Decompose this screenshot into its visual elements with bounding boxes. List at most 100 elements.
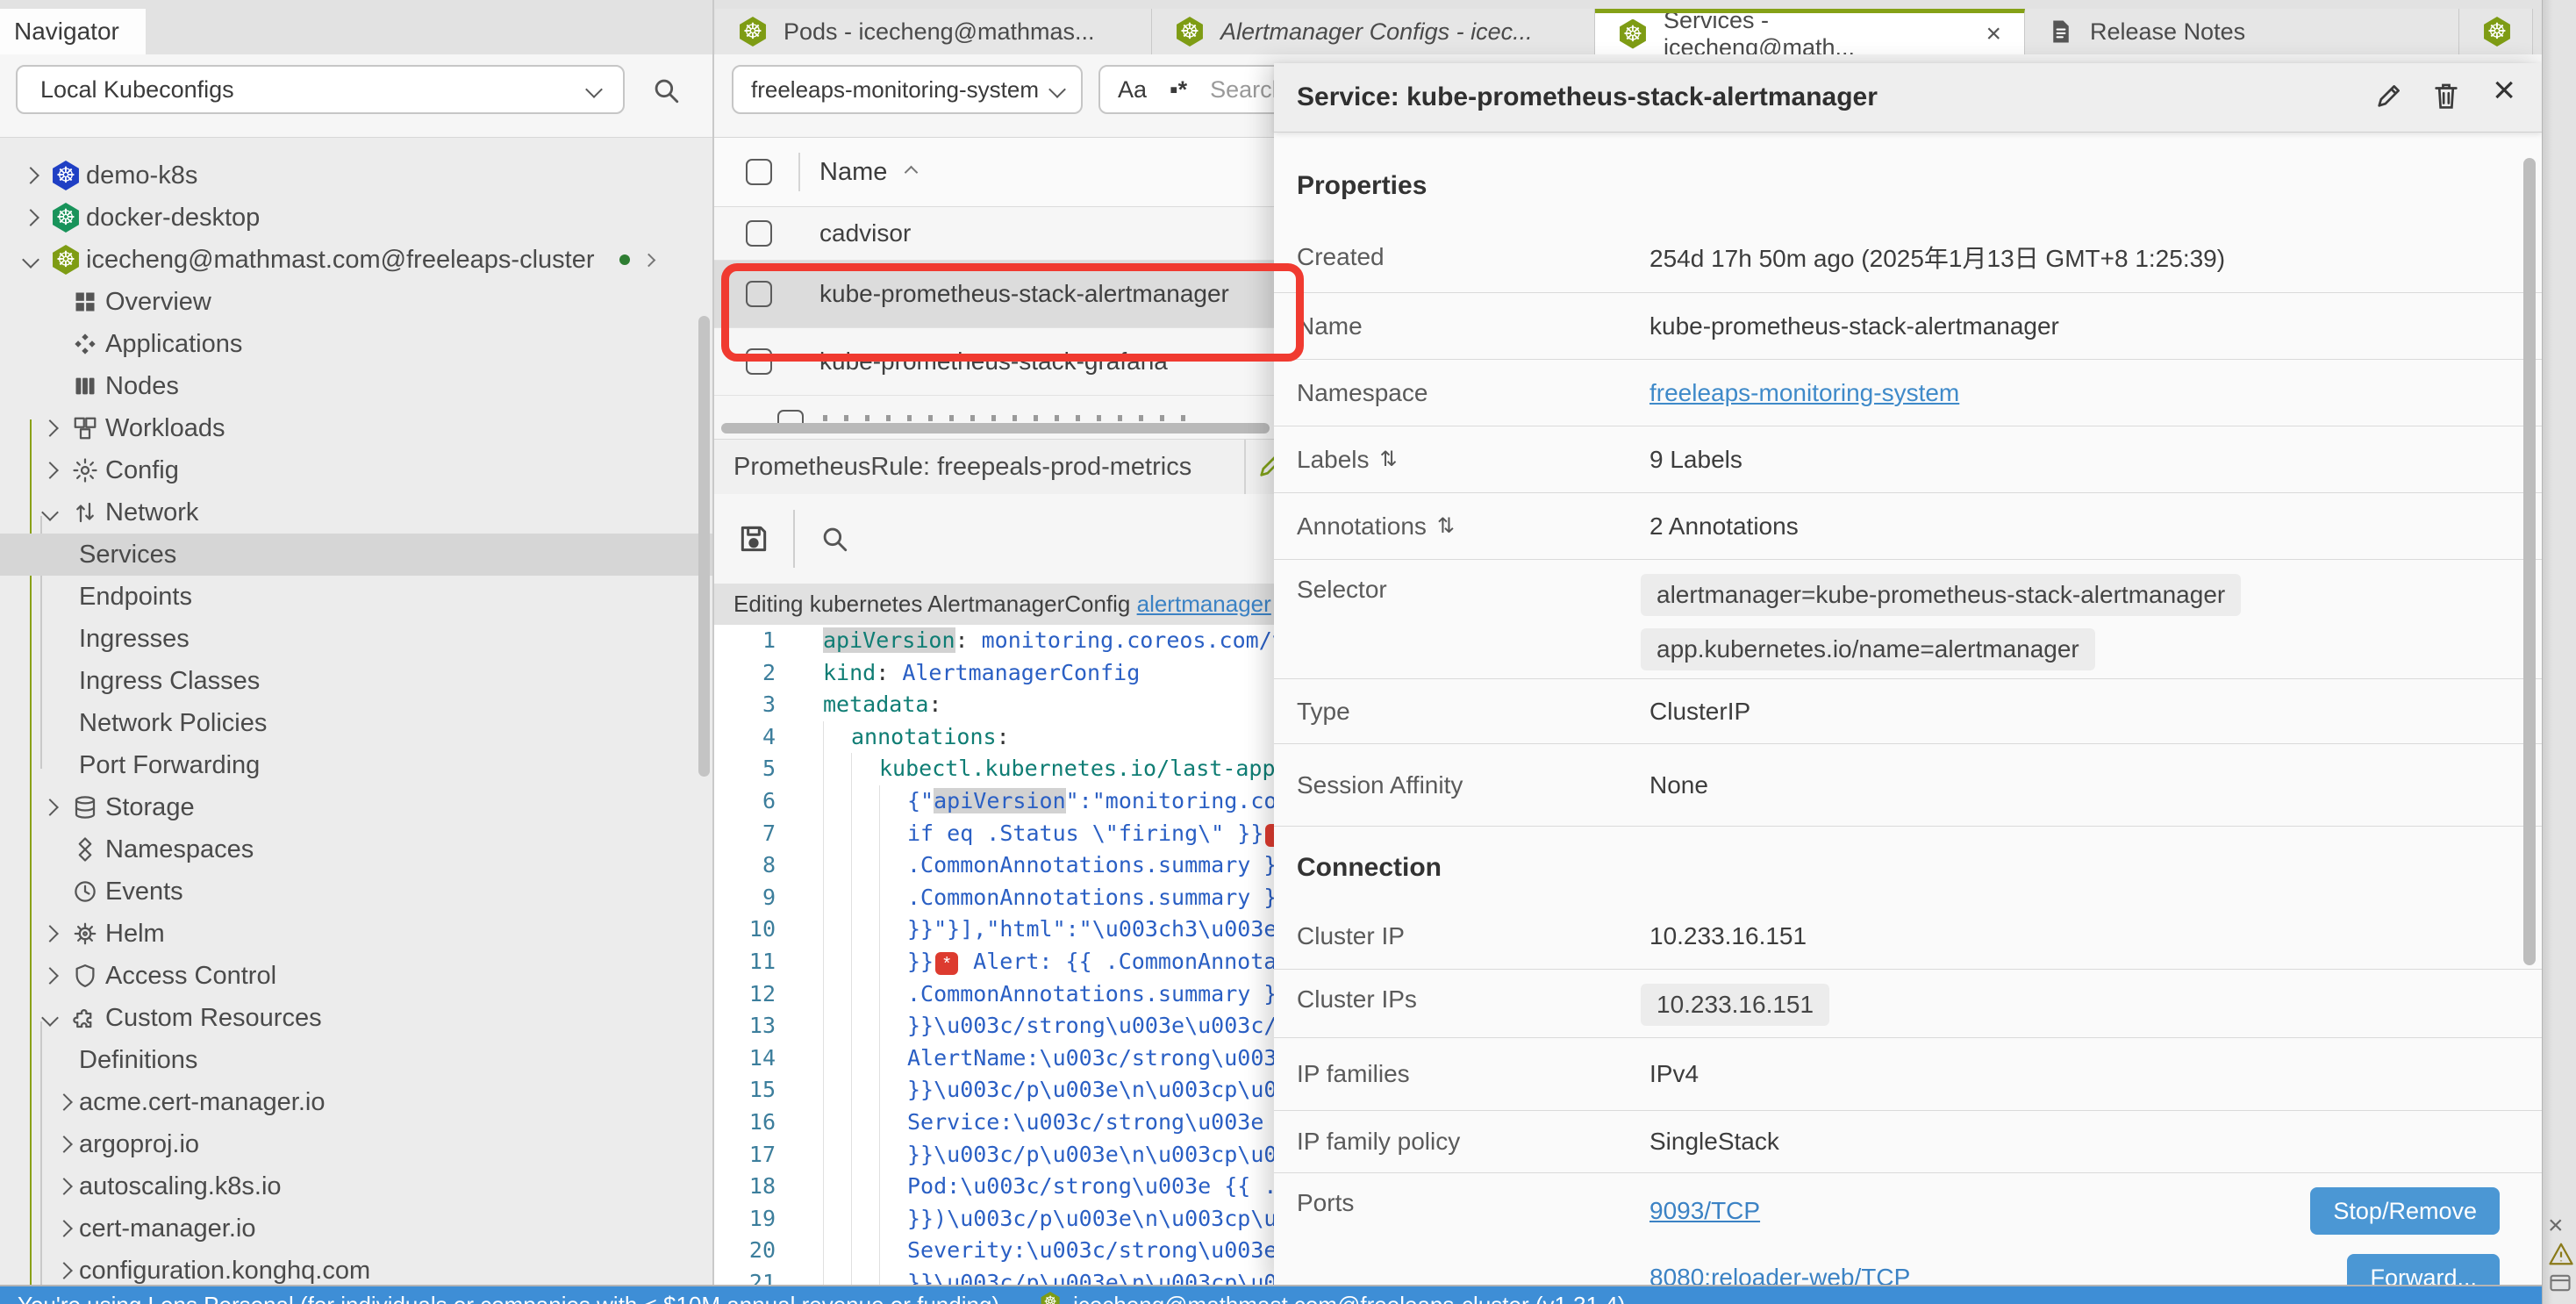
sidebar-item-events[interactable]: Events <box>0 871 712 913</box>
value-badge: alertmanager=kube-prometheus-stack-alert… <box>1641 574 2241 616</box>
sidebar-item-network[interactable]: Network <box>0 491 712 534</box>
port-action-button[interactable]: Forward... <box>2347 1254 2500 1285</box>
sidebar-item-ingress-classes[interactable]: Ingress Classes <box>0 660 712 702</box>
namespace-select[interactable]: freeleaps-monitoring-system <box>732 65 1083 114</box>
row-value: 2 Annotations <box>1649 512 1799 541</box>
editing-text: Editing kubernetes AlertmanagerConfig <box>733 591 1137 618</box>
sidebar-item-configuration-konghq-com[interactable]: configuration.konghq.com <box>0 1250 712 1285</box>
sidebar-item-network-policies[interactable]: Network Policies <box>0 702 712 744</box>
sidebar-item-label: Ingresses <box>79 625 190 654</box>
sidebar-item-services[interactable]: Services <box>0 534 712 576</box>
sidebar-item-access-control[interactable]: Access Control <box>0 955 712 997</box>
close-icon[interactable]: × <box>2493 68 2515 112</box>
search-icon[interactable] <box>819 524 849 554</box>
sidebar-item-definitions[interactable]: Definitions <box>0 1039 712 1081</box>
sidebar-item-applications[interactable]: Applications <box>0 323 712 365</box>
regex-icon[interactable]: ▪* <box>1170 76 1187 104</box>
tab-alertmanager-configs-ice[interactable]: ☸Alertmanager Configs - icec... <box>1152 9 1595 54</box>
sidebar-item-config[interactable]: Config <box>0 449 712 491</box>
detail-row-cluster-ips: Cluster IPs10.233.16.151 <box>1274 970 2542 1038</box>
chevron-right-icon[interactable] <box>41 925 59 942</box>
overview-icon <box>73 290 97 314</box>
value-badge: app.kubernetes.io/name=alertmanager <box>1641 628 2095 670</box>
kubeconfig-select[interactable]: Local Kubeconfigs <box>16 65 625 114</box>
sidebar-item-acme-cert-manager-io[interactable]: acme.cert-manager.io <box>0 1081 712 1123</box>
chevron-right-icon[interactable] <box>41 967 59 985</box>
drawer-scrollbar[interactable] <box>2523 158 2536 965</box>
chevron-right-icon[interactable] <box>41 462 59 479</box>
active-cluster-label[interactable]: icecheng@mathmast.com@freeleaps-cluster … <box>1073 1292 1625 1304</box>
search-icon[interactable] <box>651 75 681 105</box>
storage-icon <box>72 794 98 820</box>
chevron-right-icon[interactable] <box>55 1178 73 1195</box>
section-heading-connection: Connection <box>1297 853 2542 883</box>
sidebar-item-label: Ingress Classes <box>79 667 260 696</box>
tab-close-icon[interactable]: × <box>1986 19 2001 49</box>
port-link[interactable]: 8080:reloader-web/TCP <box>1649 1264 1910 1285</box>
sidebar-item-autoscaling-k8s-io[interactable]: autoscaling.k8s.io <box>0 1165 712 1207</box>
chevron-right-icon[interactable] <box>22 167 39 184</box>
save-icon[interactable] <box>737 522 770 555</box>
window-icon <box>2548 1271 2572 1295</box>
sidebar-item-storage[interactable]: Storage <box>0 786 712 828</box>
delete-trash-icon[interactable] <box>2431 81 2461 111</box>
sidebar-scrollbar[interactable] <box>698 316 710 777</box>
sidebar-item-custom-resources[interactable]: Custom Resources <box>0 997 712 1039</box>
editor-object-title: PrometheusRule: freepeals-prod-metrics <box>733 453 1191 482</box>
sidebar-item-label: Custom Resources <box>105 1004 322 1033</box>
chevron-right-icon[interactable] <box>22 209 39 226</box>
sort-ascending-icon[interactable] <box>905 165 919 179</box>
chevron-right-icon[interactable] <box>55 1136 73 1153</box>
tab-pods-icecheng-mathmas-[interactable]: ☸Pods - icecheng@mathmas... <box>715 9 1152 54</box>
select-all-checkbox[interactable] <box>746 159 772 185</box>
sidebar-item-docker-desktop[interactable]: ☸docker-desktop <box>0 197 712 239</box>
chevron-right-icon[interactable] <box>41 799 59 816</box>
sidebar-item-workloads[interactable]: Workloads <box>0 407 712 449</box>
sidebar-item-demo-k8s[interactable]: ☸demo-k8s <box>0 154 712 197</box>
sidebar-item-ingresses[interactable]: Ingresses <box>0 618 712 660</box>
close-icon: × <box>2548 1211 2564 1241</box>
sidebar-item-argoproj-io[interactable]: argoproj.io <box>0 1123 712 1165</box>
chevron-down-icon[interactable] <box>22 251 39 269</box>
expand-toggle-icon[interactable]: ⇅ <box>1380 447 1398 472</box>
chevron-right-icon[interactable] <box>55 1262 73 1279</box>
section-heading-properties: Properties <box>1297 171 2542 201</box>
row-label: Labels <box>1297 446 1370 474</box>
chevron-down-icon[interactable] <box>41 504 59 521</box>
tab-release-notes[interactable]: Release Notes <box>2025 9 2459 54</box>
row-checkbox[interactable] <box>746 220 772 247</box>
editing-object-link[interactable]: alertmanager <box>1137 591 1271 618</box>
port-action-button[interactable]: Stop/Remove <box>2310 1187 2500 1235</box>
tab-services-icecheng-math-[interactable]: ☸Services - icecheng@math...× <box>1595 9 2025 54</box>
chevron-right-icon[interactable] <box>55 1220 73 1237</box>
line-number: 21 <box>714 1267 776 1285</box>
sidebar-item-helm[interactable]: Helm <box>0 913 712 955</box>
sidebar-item-nodes[interactable]: Nodes <box>0 365 712 407</box>
name-column-header[interactable]: Name <box>819 158 887 187</box>
drawer-body: PropertiesCreated254d 17h 50m ago (2025年… <box>1274 133 2542 1285</box>
chevron-right-icon[interactable] <box>641 253 655 267</box>
sidebar-item-cert-manager-io[interactable]: cert-manager.io <box>0 1207 712 1250</box>
chevron-down-icon[interactable] <box>41 1009 59 1027</box>
sidebar-item-endpoints[interactable]: Endpoints <box>0 576 712 618</box>
sidebar-item-port-forwarding[interactable]: Port Forwarding <box>0 744 712 786</box>
row-label: Type <box>1297 698 1350 726</box>
sidebar-item-namespaces[interactable]: Namespaces <box>0 828 712 871</box>
chevron-right-icon[interactable] <box>55 1093 73 1111</box>
sidebar-item-icecheng-mathmast-com-freeleap[interactable]: ☸icecheng@mathmast.com@freeleaps-cluster <box>0 239 712 281</box>
tab-partial[interactable]: ☸ <box>2459 9 2533 54</box>
detail-row-cluster-ip: Cluster IP10.233.16.151 <box>1274 904 2542 970</box>
row-value-link[interactable]: freeleaps-monitoring-system <box>1649 379 1959 407</box>
horizontal-scrollbar[interactable] <box>721 423 1270 433</box>
license-notice[interactable]: You're using Lens Personal (for individu… <box>18 1292 999 1304</box>
expand-toggle-icon[interactable]: ⇅ <box>1437 513 1455 539</box>
port-link[interactable]: 9093/TCP <box>1649 1197 1760 1225</box>
namespace-select-value: freeleaps-monitoring-system <box>751 76 1039 104</box>
chevron-right-icon[interactable] <box>41 419 59 437</box>
edit-pencil-icon[interactable] <box>2374 81 2404 111</box>
sidebar-item-label: Storage <box>105 793 195 822</box>
detail-row-selector: Selectoralertmanager=kube-prometheus-sta… <box>1274 560 2542 679</box>
sidebar-item-overview[interactable]: Overview <box>0 281 712 323</box>
tab-label: Pods - icecheng@mathmas... <box>784 18 1095 46</box>
match-case-icon[interactable]: Aa <box>1118 76 1147 104</box>
